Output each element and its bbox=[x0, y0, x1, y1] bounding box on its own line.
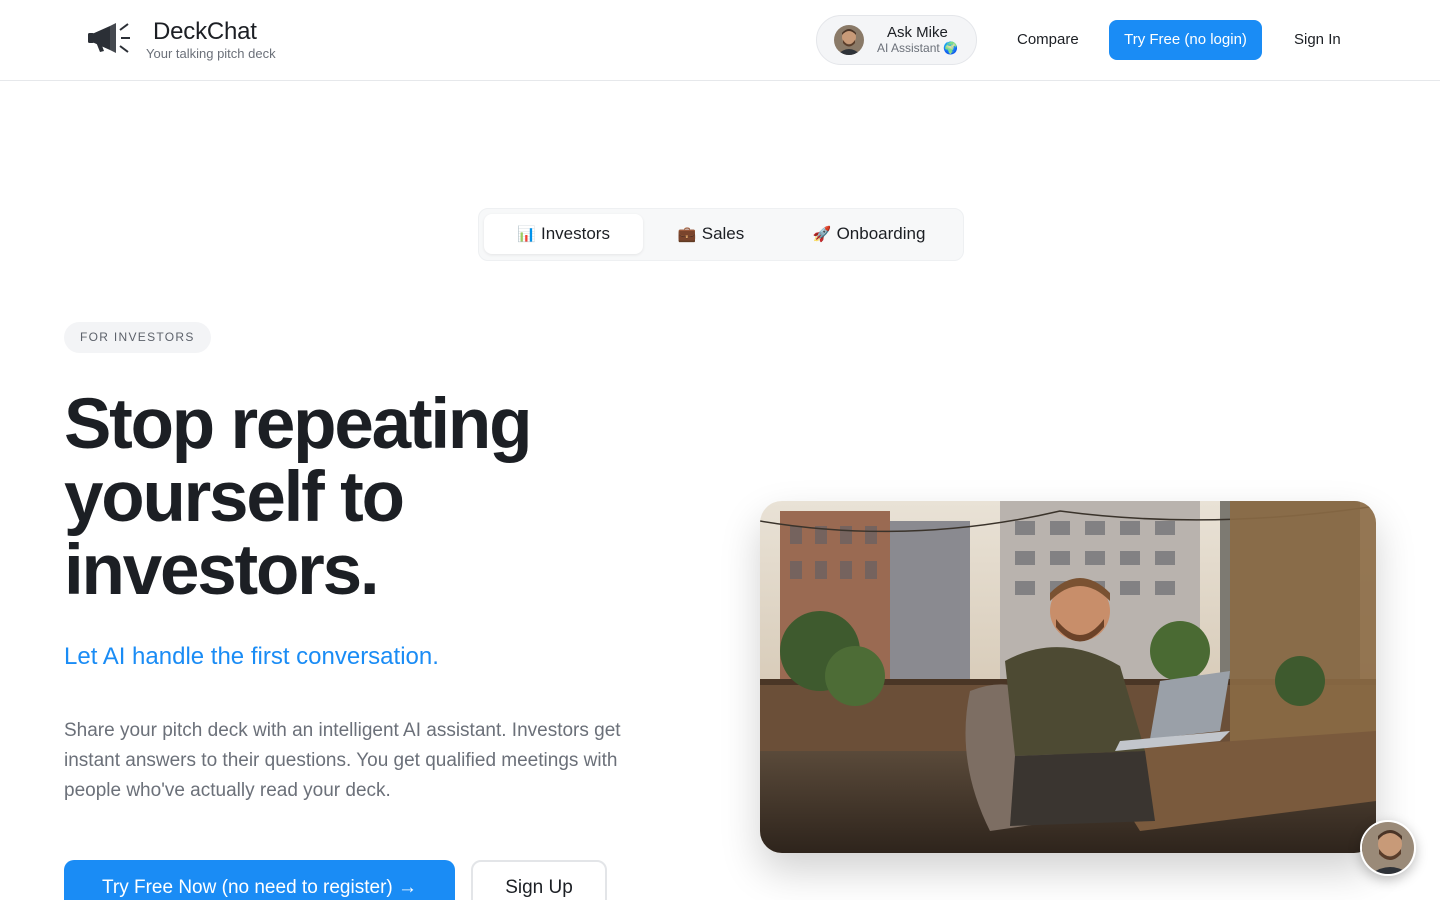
nav-compare-link[interactable]: Compare bbox=[1017, 31, 1079, 48]
brand-tagline: Your talking pitch deck bbox=[146, 46, 276, 61]
hero-subhead: Let AI handle the first conversation. bbox=[64, 643, 439, 670]
headline-line: yourself to bbox=[64, 458, 405, 537]
megaphone-icon[interactable] bbox=[86, 18, 132, 60]
try-free-button[interactable]: Try Free (no login) bbox=[1109, 20, 1262, 60]
ask-assistant-button[interactable]: Ask Mike AI Assistant 🌍 bbox=[816, 15, 977, 65]
audience-tabs: 📊 Investors 💼 Sales 🚀 Onboarding bbox=[478, 208, 964, 261]
rocket-icon: 🚀 bbox=[812, 226, 832, 243]
page-title: Stop repeating yourself to investors. bbox=[64, 388, 704, 607]
brand-name: DeckChat bbox=[153, 18, 257, 45]
try-free-now-button[interactable]: Try Free Now (no need to register) → bbox=[64, 860, 455, 900]
site-header: DeckChat Your talking pitch deck Ask Mik… bbox=[0, 0, 1440, 81]
tab-sales[interactable]: 💼 Sales bbox=[647, 214, 775, 254]
headline-line: investors. bbox=[64, 531, 380, 610]
brand[interactable]: DeckChat Your talking pitch deck bbox=[146, 18, 276, 62]
headline-line: Stop repeating bbox=[64, 385, 532, 464]
hero-description: Share your pitch deck with an intelligen… bbox=[64, 720, 621, 801]
bar-chart-icon: 📊 bbox=[517, 226, 536, 243]
assistant-role: AI Assistant 🌍 bbox=[877, 41, 958, 55]
tab-label: Investors bbox=[541, 224, 610, 243]
tab-investors[interactable]: 📊 Investors bbox=[484, 214, 643, 254]
assistant-avatar bbox=[834, 25, 864, 55]
eyebrow-badge: FOR INVESTORS bbox=[64, 322, 211, 353]
briefcase-icon: 💼 bbox=[677, 226, 697, 243]
assistant-name: Ask Mike bbox=[887, 24, 948, 41]
sign-up-button[interactable]: Sign Up bbox=[471, 860, 607, 900]
tab-onboarding[interactable]: 🚀 Onboarding bbox=[789, 214, 949, 254]
hero-photo bbox=[760, 501, 1376, 853]
tab-label: Onboarding bbox=[836, 224, 926, 243]
tab-label: Sales bbox=[701, 224, 745, 243]
sign-in-link[interactable]: Sign In bbox=[1294, 31, 1341, 48]
chat-avatar-button[interactable] bbox=[1360, 820, 1416, 876]
